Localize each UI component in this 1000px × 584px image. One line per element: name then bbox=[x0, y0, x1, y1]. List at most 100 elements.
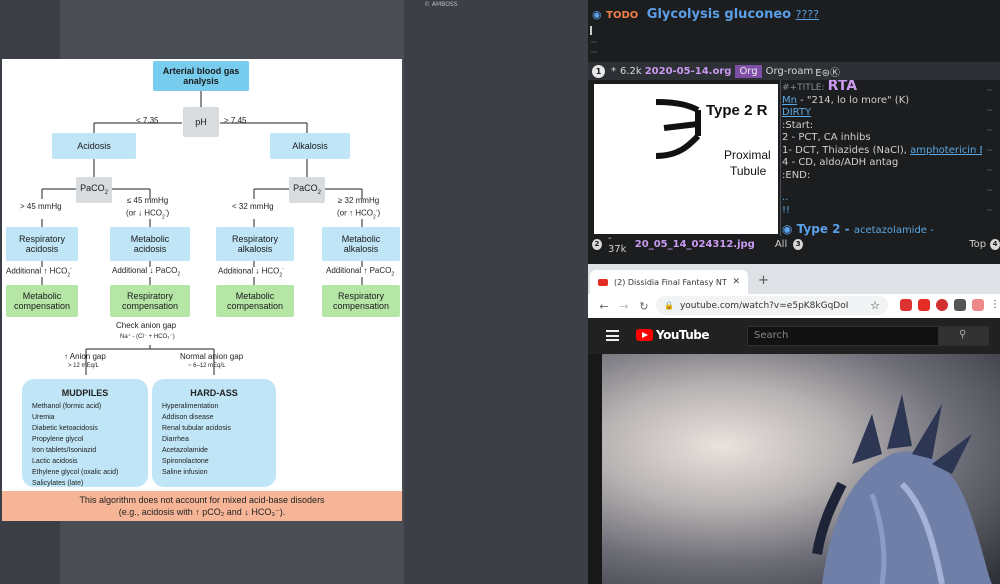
menu-icon[interactable]: ⋮ bbox=[990, 299, 1000, 310]
subscript-2: 2 bbox=[162, 214, 165, 221]
ph-high-label: > 7.45 bbox=[224, 116, 247, 125]
superscript-minus: - bbox=[70, 266, 72, 272]
acid-right-line1: ≤ 45 mmHg bbox=[126, 196, 169, 205]
alk-right-threshold: ≥ 32 mmHg (or ↑ HCO2-) bbox=[337, 196, 380, 222]
fringe-tilde: ~ bbox=[986, 106, 994, 116]
acidosis-label: Acidosis bbox=[77, 141, 111, 151]
org-drawer-end: :END: bbox=[782, 169, 811, 181]
reload-icon[interactable]: ↻ bbox=[634, 300, 654, 313]
subscript-2: 2 bbox=[279, 272, 283, 279]
buffer-size: 6.2k bbox=[620, 65, 642, 77]
video-player[interactable] bbox=[602, 354, 1000, 584]
bullet-icon: ◉ bbox=[782, 222, 797, 236]
youtube-search-input[interactable]: Search bbox=[747, 326, 939, 346]
youtube-header: YouTube Search ⚲ bbox=[588, 318, 1000, 354]
image-viewer-backdrop bbox=[404, 0, 588, 584]
fringe-tilde: ~ bbox=[986, 206, 994, 216]
resp-alkalosis-box: Respiratory alkalosis bbox=[216, 227, 294, 261]
normal-ag-label: Normal anion gap bbox=[180, 352, 244, 361]
add-hco3-up-text: Additional ↑ HCO bbox=[6, 266, 68, 276]
extension-icon[interactable] bbox=[936, 299, 948, 311]
org-line: !! bbox=[782, 204, 791, 216]
resp-comp-right-label: Respiratory compensation bbox=[332, 291, 390, 311]
buffer-filename[interactable]: 2020-05-14.org bbox=[645, 66, 732, 77]
back-icon[interactable]: ← bbox=[594, 300, 614, 313]
alkalosis-label: Alkalosis bbox=[292, 141, 328, 151]
window-number-badge: 2 bbox=[592, 238, 602, 250]
video-frame-art bbox=[812, 394, 992, 584]
extension-icon[interactable] bbox=[900, 299, 912, 311]
youtube-wordmark: YouTube bbox=[656, 328, 710, 342]
high-ag-value: > 12 mEq/L bbox=[68, 363, 99, 369]
extension-icon[interactable] bbox=[972, 299, 984, 311]
heading-text: Type 2 - bbox=[796, 222, 854, 236]
buffer-filename[interactable]: 20_05_14_024312.jpg bbox=[635, 239, 755, 250]
org-heading-glycolysis[interactable]: ◉ TODO Glycolysis gluconeo ???? bbox=[592, 7, 819, 22]
footer-line1: This algorithm does not account for mixe… bbox=[79, 495, 325, 505]
acid-right-text: (or ↓ HCO bbox=[126, 208, 162, 218]
tab-youtube[interactable]: (2) Dissidia Final Fantasy NT ✕ bbox=[590, 270, 748, 294]
anion-gap-label: Check anion gap bbox=[116, 321, 177, 330]
search-icon: ⚲ bbox=[959, 329, 967, 340]
met-comp-left-label: Metabolic compensation bbox=[13, 291, 71, 311]
minor-mode-label[interactable]: Org-roam bbox=[766, 66, 814, 77]
extension-icon[interactable] bbox=[918, 299, 930, 311]
fringe-tilde: ~ bbox=[590, 48, 598, 58]
hardass-item: Hyperalimentation bbox=[162, 403, 219, 410]
title-keyword: #+TITLE: bbox=[782, 83, 825, 93]
org-line: .. bbox=[782, 192, 789, 203]
acid-base-flowchart: Arterial blood gas analysis pH < 7.35 > … bbox=[2, 59, 402, 521]
extension-icon[interactable] bbox=[954, 299, 966, 311]
high-ag-label: ↑ Anion gap bbox=[64, 352, 106, 361]
paco2-left-box: PaCO2 bbox=[76, 177, 112, 203]
bookmark-star-icon[interactable]: ☆ bbox=[870, 299, 880, 312]
resp-acidosis-label: Respiratory acidosis bbox=[18, 234, 65, 254]
hardass-item: Diarrhea bbox=[162, 436, 189, 443]
abg-analysis-box: Arterial blood gas analysis bbox=[153, 61, 249, 91]
hardass-item: Acetazolamide bbox=[162, 447, 208, 454]
forward-icon[interactable]: → bbox=[614, 300, 634, 313]
resp-comp-right-box: Respiratory compensation bbox=[322, 285, 400, 317]
add-paco2-up-text: Additional ↑ PaCO bbox=[326, 266, 392, 275]
fringe-tilde: ~ bbox=[590, 38, 598, 48]
address-bar[interactable]: 🔒 youtube.com/watch?v=e5pK8kGqDoI ☆ bbox=[656, 296, 888, 315]
org-link-amphotericin[interactable]: amphotericin B bbox=[910, 145, 982, 156]
buffer-size: - 37k bbox=[607, 233, 627, 255]
subscript-2: 2 bbox=[317, 189, 321, 196]
hardass-box: HARD-ASS Hyperalimentation Addison disea… bbox=[152, 379, 276, 487]
org-title-line: #+TITLE: RTA bbox=[782, 80, 982, 95]
paco2-right-box: PaCO2 bbox=[289, 177, 325, 203]
youtube-logo[interactable]: YouTube bbox=[636, 328, 710, 342]
org-heading-type2[interactable]: ◉ Type 2 - acetazolamide - bbox=[782, 223, 982, 236]
buffer-position: Top bbox=[969, 238, 987, 250]
org-line: 1- DCT, Thiazides (NaCl), amphotericin B bbox=[782, 145, 982, 158]
org-line: DIRTY bbox=[782, 107, 982, 120]
search-button[interactable]: ⚲ bbox=[939, 326, 989, 346]
org-link-mn[interactable]: Mn bbox=[782, 95, 797, 106]
org-line: Mn - "214, lo lo more" (K) bbox=[782, 95, 982, 108]
met-alkalosis-box: Metabolic alkalosis bbox=[322, 227, 400, 261]
heading-link[interactable]: ???? bbox=[796, 8, 819, 21]
org-buffer-rta[interactable]: #+TITLE: RTA Mn - "214, lo lo more" (K) … bbox=[782, 80, 982, 236]
fringe-tilde: ~ bbox=[986, 126, 994, 136]
image-label-tubule: Tubule bbox=[730, 164, 767, 178]
hardass-item: Spironolactone bbox=[162, 458, 209, 465]
alk-right-line1: ≥ 32 mmHg bbox=[337, 196, 380, 205]
ph-low-label: < 7.35 bbox=[136, 116, 159, 125]
anion-gap-formula: Na⁺ - (Cl⁻ + HCO₃⁻) bbox=[120, 334, 175, 340]
acid-right-line2: (or ↓ HCO2-) bbox=[126, 206, 169, 222]
hamburger-menu-icon[interactable] bbox=[606, 330, 619, 341]
todo-keyword: TODO bbox=[606, 10, 639, 21]
org-link-dirty[interactable]: DIRTY bbox=[782, 107, 811, 118]
acid-right-threshold: ≤ 45 mmHg (or ↓ HCO2-) bbox=[126, 196, 169, 222]
add-hco3-down-text: Additional ↓ HCO bbox=[218, 266, 280, 276]
major-mode-badge[interactable]: Org bbox=[735, 64, 762, 78]
org-line: 4 - CD, aldo/ADH antag bbox=[782, 157, 899, 168]
close-icon[interactable]: ✕ bbox=[732, 277, 740, 287]
new-tab-button[interactable]: + bbox=[758, 273, 769, 288]
minor-mode-icons: E⊜Ⓚ bbox=[815, 67, 840, 79]
window-number-badge: 4 bbox=[990, 238, 1000, 250]
buffer-position: All bbox=[774, 238, 788, 250]
subscript-2: 2 bbox=[373, 214, 376, 221]
subscript-2: 2 bbox=[177, 271, 181, 278]
